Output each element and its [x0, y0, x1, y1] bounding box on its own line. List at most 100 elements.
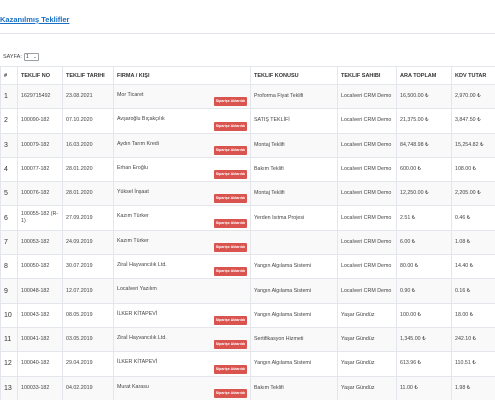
- company-name[interactable]: Yüksel İnşaat: [117, 189, 149, 196]
- company-name[interactable]: İLKER KİTAPEVİ: [117, 311, 157, 318]
- offer-no[interactable]: 100053-182: [17, 229, 63, 256]
- offer-owner: Localveri CRM Demo: [337, 83, 397, 110]
- row-index: 6: [0, 205, 18, 231]
- company-cell: Kazım Türker Siparişe Aktarıldı: [113, 205, 251, 231]
- col-header-vat[interactable]: KDV TUTAR: [451, 66, 495, 85]
- company-name[interactable]: Localveri Yazılım: [117, 286, 157, 293]
- company-name[interactable]: Kazım Türker: [117, 213, 149, 220]
- row-index: 5: [0, 181, 18, 207]
- subtotal: 2.51 ₺: [396, 205, 452, 231]
- offer-subject: Yangın Algılama Sistemi: [250, 302, 338, 328]
- offer-subject: Sertifikasyon Hizmeti: [250, 326, 338, 353]
- company-cell: Ziraİ Hayvancılık Ltd. Siparişe Aktarıldı: [113, 326, 251, 353]
- table-row[interactable]: 2 100090-182 07.10.2020 Avşaroğlu Bıçakçılı…: [0, 108, 495, 134]
- table-row[interactable]: 4 100077-182 28.01.2020 Erhan Eroğlu Sipariş…: [0, 156, 495, 183]
- offer-date: 08.05.2019: [62, 302, 114, 328]
- offer-no[interactable]: 100040-182: [17, 351, 63, 377]
- table-row[interactable]: 12 100040-182 29.04.2019 İLKER KİTAPEVİ Sipa…: [0, 351, 495, 377]
- vat-amount: 14.40 ₺: [451, 254, 495, 280]
- offers-table: # TEKLIF NO TEKLIF TARIHI FIRMA / KIŞI T…: [0, 66, 495, 400]
- vat-amount: 110.51 ₺: [451, 351, 495, 377]
- subtotal: 84,748.98 ₺: [396, 132, 452, 158]
- offer-no[interactable]: 100048-182: [17, 278, 63, 304]
- company-cell: Ziraİ Hayvancılık Ltd. Siparişe Aktarıldı: [113, 254, 251, 280]
- subtotal: 12,250.00 ₺: [396, 181, 452, 207]
- subtotal: 16,500.00 ₺: [396, 83, 452, 110]
- vat-amount: 3,847.50 ₺: [451, 108, 495, 134]
- page-size-value: 1: [25, 54, 29, 60]
- offer-owner: Localveri CRM Demo: [337, 278, 397, 304]
- offer-owner: Yaşar Gündüz: [337, 326, 397, 353]
- offer-no[interactable]: 100033-182: [17, 375, 63, 400]
- table-row[interactable]: 8 100050-182 30.07.2019 Ziraİ Hayvancılık L…: [0, 254, 495, 280]
- offer-subject: Bakım Teklifi: [250, 156, 338, 183]
- offer-no[interactable]: 100043-182: [17, 302, 63, 328]
- table-row[interactable]: 6 100055-182 (R-1) 27.09.2019 Kazım Türker S…: [0, 205, 495, 231]
- company-name[interactable]: Ziraİ Hayvancılık Ltd.: [117, 262, 167, 269]
- table-row[interactable]: 9 100048-182 12.07.2019 Localveri Yazılım Ya…: [0, 278, 495, 304]
- offer-date: 04.02.2019: [62, 375, 114, 400]
- company-cell: Kazım Türker Siparişe Aktarıldı: [113, 229, 251, 256]
- vat-amount: 2,205.00 ₺: [451, 181, 495, 207]
- offer-no[interactable]: 100050-182: [17, 254, 63, 280]
- order-transferred-badge: Siparişe Aktarıldı: [213, 194, 247, 204]
- col-header-company[interactable]: FIRMA / KIŞI: [113, 66, 251, 85]
- vat-amount: 242.10 ₺: [451, 326, 495, 353]
- offer-no[interactable]: 100055-182 (R-1): [17, 205, 63, 231]
- col-header-subject[interactable]: TEKLIF KONUSU: [250, 66, 338, 85]
- row-index: 12: [0, 351, 18, 377]
- company-name[interactable]: Murat Karasu: [117, 384, 149, 391]
- company-cell: Aydın Tarım Kredi Siparişe Aktarıldı: [113, 132, 251, 158]
- col-header-subtotal[interactable]: ARA TOPLAM: [396, 66, 452, 85]
- offer-date: 16.03.2020: [62, 132, 114, 158]
- offer-owner: Localveri CRM Demo: [337, 254, 397, 280]
- company-name[interactable]: Erhan Eroğlu: [117, 165, 148, 172]
- offer-date: 28.01.2020: [62, 181, 114, 207]
- col-header-index[interactable]: #: [0, 66, 18, 85]
- col-header-owner[interactable]: TEKLIF SAHIBI: [337, 66, 397, 85]
- company-name[interactable]: İLKER KİTAPEVİ: [117, 359, 157, 366]
- company-cell: Localveri Yazılım: [113, 278, 251, 304]
- page-title[interactable]: Kazanılmış Teklifler: [0, 15, 69, 24]
- company-name[interactable]: Aydın Tarım Kredi: [117, 141, 159, 148]
- vat-amount: 108.00 ₺: [451, 156, 495, 183]
- offer-subject: Montaj Teklifi: [250, 181, 338, 207]
- offer-no[interactable]: 1629715492: [17, 83, 63, 110]
- row-index: 1: [0, 83, 18, 110]
- company-name[interactable]: Mor Ticaret: [117, 92, 144, 99]
- table-row[interactable]: 13 100033-182 04.02.2019 Murat Karasu Sipari…: [0, 375, 495, 400]
- offer-no[interactable]: 100077-182: [17, 156, 63, 183]
- subtotal: 6.00 ₺: [396, 229, 452, 256]
- page-size-select[interactable]: 1 ⌄: [23, 53, 39, 61]
- company-cell: İLKER KİTAPEVİ Siparişe Aktarıldı: [113, 302, 251, 328]
- offer-date: 30.07.2019: [62, 254, 114, 280]
- order-transferred-badge: Siparişe Aktarıldı: [213, 364, 247, 374]
- col-header-offer-no[interactable]: TEKLIF NO: [17, 66, 63, 85]
- offer-no[interactable]: 100041-182: [17, 326, 63, 353]
- row-index: 8: [0, 254, 18, 280]
- table-row[interactable]: 7 100053-182 24.09.2019 Kazım Türker Sipariş…: [0, 229, 495, 256]
- table-row[interactable]: 3 100079-182 16.03.2020 Aydın Tarım Kredi Si…: [0, 132, 495, 158]
- company-name[interactable]: Avşaroğlu Bıçakçılık: [117, 116, 165, 123]
- offer-no[interactable]: 100090-182: [17, 108, 63, 134]
- offer-subject: Yangın Algılama Sistemi: [250, 351, 338, 377]
- table-row[interactable]: 5 100076-182 28.01.2020 Yüksel İnşaat Sipari…: [0, 181, 495, 207]
- offer-owner: Localveri CRM Demo: [337, 181, 397, 207]
- offer-no[interactable]: 100076-182: [17, 181, 63, 207]
- offer-date: 28.01.2020: [62, 156, 114, 183]
- offer-date: 07.10.2020: [62, 108, 114, 134]
- table-row[interactable]: 1 1629715492 23.08.2021 Mor Ticaret Siparişe…: [0, 83, 495, 110]
- table-header-row: # TEKLIF NO TEKLIF TARIHI FIRMA / KIŞI T…: [0, 66, 495, 85]
- table-row[interactable]: 11 100041-182 03.05.2019 Ziraİ Hayvancılık …: [0, 326, 495, 353]
- offer-date: 29.04.2019: [62, 351, 114, 377]
- offer-owner: Localveri CRM Demo: [337, 229, 397, 256]
- company-name[interactable]: Ziraİ Hayvancılık Ltd.: [117, 335, 167, 342]
- table-row[interactable]: 10 100043-182 08.05.2019 İLKER KİTAPEVİ Sipa…: [0, 302, 495, 328]
- row-index: 9: [0, 278, 18, 304]
- col-header-offer-date[interactable]: TEKLIF TARIHI: [62, 66, 114, 85]
- offer-owner: Yaşar Gündüz: [337, 375, 397, 400]
- offer-no[interactable]: 100079-182: [17, 132, 63, 158]
- order-transferred-badge: Siparişe Aktarıldı: [213, 170, 247, 180]
- offer-subject: Yangın Algılama Sistemi: [250, 254, 338, 280]
- company-name[interactable]: Kazım Türker: [117, 238, 149, 245]
